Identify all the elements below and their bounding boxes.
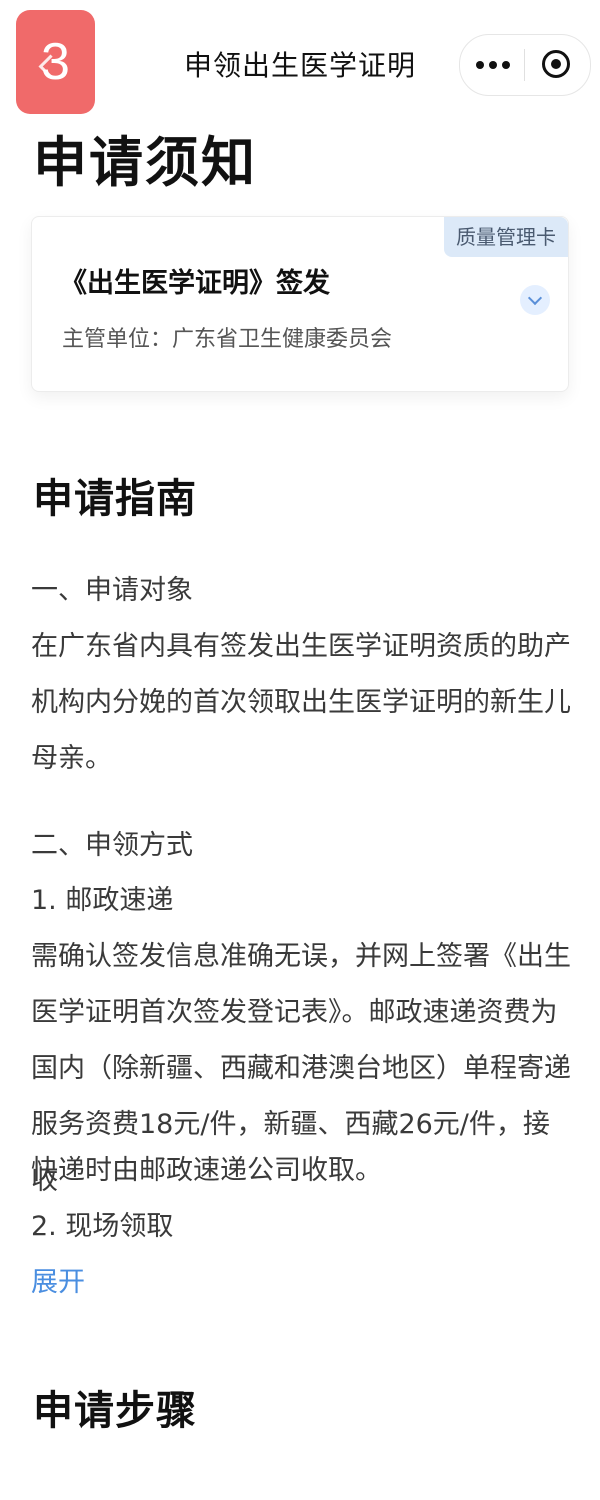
paragraph-line: 快递时由邮政速递公司收取。 xyxy=(31,1155,382,1186)
nav-bar: 3 申领出生医学证明 xyxy=(0,0,600,115)
quality-card-tag[interactable]: 质量管理卡 xyxy=(444,217,568,257)
guide-heading: 申请指南 xyxy=(33,476,197,522)
more-icon[interactable] xyxy=(476,56,510,74)
paragraph-line: 国内（除新疆、西藏和港澳台地区）单程寄递 xyxy=(31,1053,571,1084)
mini-program-capsule xyxy=(459,34,591,96)
authority-label: 主管单位：广东省卫生健康委员会 xyxy=(62,327,393,352)
notice-heading: 申请须知 xyxy=(33,131,257,194)
paragraph-line: 在广东省内具有签发出生医学证明资质的助产 xyxy=(31,631,571,662)
close-miniprogram-icon[interactable] xyxy=(542,50,570,78)
page-title: 申领出生医学证明 xyxy=(183,49,416,82)
paragraph-line: 医学证明首次签发登记表》。邮政速递资费为 xyxy=(31,997,558,1028)
service-card[interactable]: 质量管理卡 《出生医学证明》签发 主管单位：广东省卫生健康委员会 xyxy=(31,216,569,392)
steps-heading: 申请步骤 xyxy=(33,1388,197,1434)
step-badge[interactable]: 3 xyxy=(16,10,95,114)
paragraph-line: 母亲。 xyxy=(31,743,112,774)
paragraph-line: 机构内分娩的首次领取出生医学证明的新生儿 xyxy=(31,687,571,718)
section-title: 一、申请对象 xyxy=(31,575,193,606)
capsule-divider xyxy=(524,49,525,81)
service-title: 《出生医学证明》签发 xyxy=(60,268,330,299)
expand-link[interactable]: 展开 xyxy=(31,1255,85,1311)
paragraph-line: 需确认签发信息准确无误，并网上签署《出生 xyxy=(31,941,571,972)
method-title: 1. 邮政速递 xyxy=(31,885,174,916)
section-title: 二、申领方式 xyxy=(31,830,193,861)
method-title: 2. 现场领取 xyxy=(31,1211,174,1242)
chevron-down-icon[interactable] xyxy=(520,285,550,315)
